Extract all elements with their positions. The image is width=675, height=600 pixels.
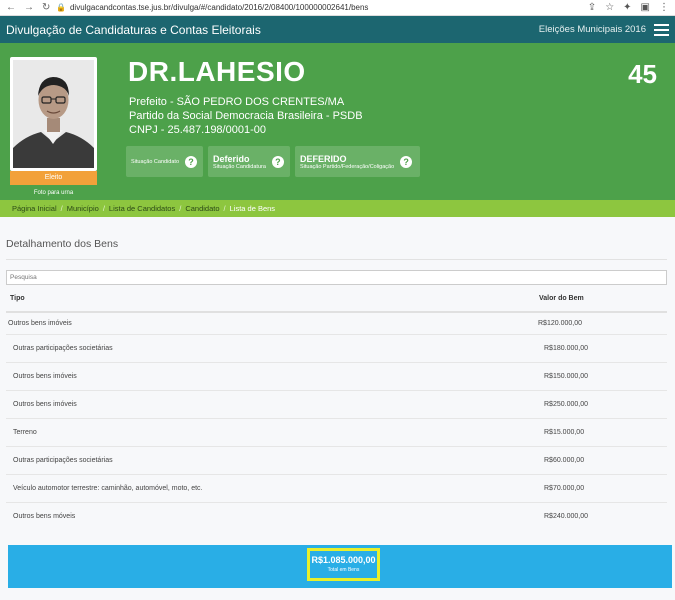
total-amount: R$1.085.000,00	[311, 555, 376, 565]
section-title: Detalhamento dos Bens	[6, 238, 119, 250]
row-valor: R$180.000,00	[544, 345, 588, 352]
share-icon[interactable]: ⇪	[588, 2, 596, 13]
table-header: Tipo Valor do Bem	[6, 291, 667, 313]
breadcrumb-municipio[interactable]: Município	[67, 204, 99, 213]
candidate-photo-block: Eleito Foto para urna	[10, 57, 97, 196]
row-tipo: Veículo automotor terrestre: caminhão, a…	[13, 485, 203, 492]
candidate-office: Prefeito - SÃO PEDRO DOS CRENTES/MA	[129, 96, 345, 108]
address-bar[interactable]: divulgacandcontas.tse.jus.br/divulga/#/c…	[70, 3, 588, 12]
candidate-photo	[10, 57, 97, 171]
row-valor: R$150.000,00	[544, 373, 588, 380]
elected-badge: Eleito	[10, 171, 97, 185]
candidate-info: Prefeito - SÃO PEDRO DOS CRENTES/MA Part…	[129, 95, 363, 137]
candidate-name: DR.LAHESIO	[128, 56, 306, 87]
hamburger-menu-icon[interactable]	[654, 23, 669, 36]
lock-icon[interactable]: 🔒	[56, 3, 66, 12]
election-label: Eleições Municipais 2016	[538, 24, 646, 35]
column-header-tipo[interactable]: Tipo	[10, 295, 25, 302]
row-tipo: Outros bens imóveis	[13, 401, 77, 408]
row-valor: R$70.000,00	[544, 485, 585, 492]
status-party-value: DEFERIDO	[300, 153, 347, 164]
row-valor: R$250.000,00	[544, 401, 588, 408]
extensions-icon[interactable]: ✦	[623, 2, 631, 13]
breadcrumb-candidate-list[interactable]: Lista de Candidatos	[109, 204, 175, 213]
browser-nav: ← → ↻	[6, 2, 56, 13]
candidate-cnpj: CNPJ - 25.487.198/0001-00	[129, 124, 266, 136]
back-icon[interactable]: ←	[6, 2, 16, 13]
status-candidate: Situação Candidato ?	[126, 146, 203, 177]
row-tipo: Outras participações societárias	[13, 457, 113, 464]
status-candidacy-label: Situação Candidatura	[213, 163, 266, 170]
row-valor: R$60.000,00	[544, 457, 585, 464]
row-tipo: Outros bens imóveis	[8, 320, 72, 327]
status-row: Situação Candidato ? Deferido Situação C…	[126, 146, 420, 177]
site-title[interactable]: Divulgação de Candidaturas e Contas Elei…	[6, 23, 539, 37]
divider	[6, 259, 667, 260]
table-row: Outras participações societárias R$60.00…	[6, 447, 667, 475]
status-party-label: Situação Partido/Federação/Coligação	[300, 163, 395, 170]
photo-caption: Foto para urna	[33, 190, 74, 196]
table-row: Outros bens imóveis R$250.000,00	[6, 391, 667, 419]
portrait-image	[13, 60, 94, 168]
status-party: DEFERIDO Situação Partido/Federação/Coli…	[295, 146, 420, 177]
help-icon[interactable]: ?	[400, 155, 413, 168]
candidate-header: Eleito Foto para urna DR.LAHESIO 45 Pref…	[0, 43, 675, 200]
breadcrumb-current: Lista de Bens	[229, 204, 276, 213]
status-candidate-label: Situação Candidato	[131, 158, 180, 165]
column-header-valor[interactable]: Valor do Bem	[539, 295, 584, 302]
star-icon[interactable]: ☆	[605, 2, 614, 13]
table-row: Outras participações societárias R$180.0…	[6, 335, 667, 363]
table-row: Outros bens móveis R$240.000,00	[6, 503, 667, 531]
help-icon[interactable]: ?	[185, 155, 198, 168]
row-valor: R$15.000,00	[544, 429, 585, 436]
table-row: Terreno R$15.000,00	[6, 419, 667, 447]
candidate-number: 45	[628, 59, 657, 89]
candidate-party: Partido da Social Democracia Brasileira …	[129, 110, 363, 122]
breadcrumb: Página Inicial / Município / Lista de Ca…	[0, 200, 675, 217]
row-tipo: Outras participações societárias	[13, 345, 113, 352]
breadcrumb-home[interactable]: Página Inicial	[12, 204, 57, 213]
row-valor: R$240.000,00	[544, 513, 588, 520]
assets-section: Detalhamento dos Bens Tipo Valor do Bem …	[0, 217, 675, 600]
more-icon[interactable]: ⋮	[659, 2, 669, 13]
search-input[interactable]	[6, 270, 667, 285]
site-topbar: Divulgação de Candidaturas e Contas Elei…	[0, 16, 675, 43]
row-tipo: Outros bens móveis	[13, 513, 76, 520]
forward-icon[interactable]: →	[24, 2, 34, 13]
status-candidacy: Deferido Situação Candidatura ?	[208, 146, 290, 177]
table-row: Veículo automotor terrestre: caminhão, a…	[6, 475, 667, 503]
table-row: Outros bens imóveis R$120.000,00	[6, 313, 667, 335]
breadcrumb-candidate[interactable]: Candidato	[185, 204, 219, 213]
help-icon[interactable]: ?	[271, 155, 284, 168]
status-candidacy-value: Deferido	[213, 153, 250, 164]
table-row: Outros bens imóveis R$150.000,00	[6, 363, 667, 391]
browser-tools: ⇪ ☆ ✦ ▣ ⋮	[588, 2, 669, 13]
row-valor: R$120.000,00	[538, 320, 582, 327]
reload-icon[interactable]: ↻	[42, 2, 50, 13]
total-box: R$1.085.000,00 Total em Bens	[307, 548, 380, 581]
sidepanel-icon[interactable]: ▣	[641, 2, 650, 13]
row-tipo: Outros bens imóveis	[13, 373, 77, 380]
total-bar: R$1.085.000,00 Total em Bens	[8, 545, 672, 588]
row-tipo: Terreno	[13, 429, 37, 436]
browser-toolbar: ← → ↻ 🔒 divulgacandcontas.tse.jus.br/div…	[0, 0, 675, 16]
total-label: Total em Bens	[327, 567, 360, 573]
